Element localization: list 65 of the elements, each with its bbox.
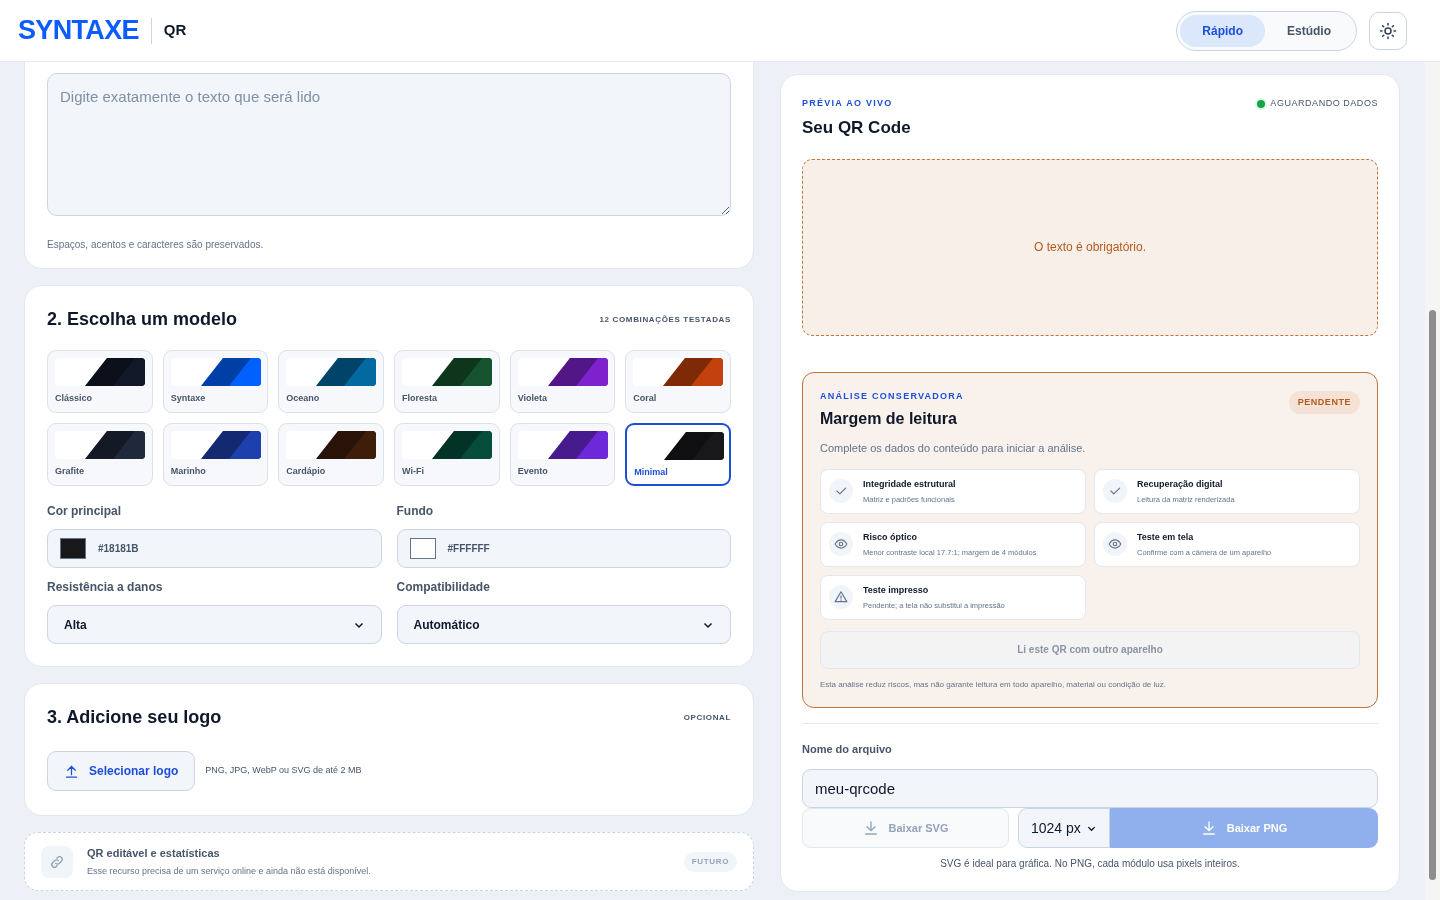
sun-icon <box>1379 21 1397 40</box>
mode-tab[interactable]: Estúdio <box>1265 14 1353 47</box>
eyebrow-label: PRÉVIA AO VIVO <box>802 97 893 110</box>
logo[interactable]: SYNTAXE <box>18 10 139 51</box>
template-option[interactable]: Floresta <box>394 350 500 413</box>
section-title: 3. Adicione seu logo <box>47 706 222 729</box>
download-icon <box>1200 820 1217 837</box>
template-option[interactable]: Evento <box>509 423 616 486</box>
theme-button[interactable] <box>1369 11 1407 50</box>
template-option[interactable]: Minimal <box>625 423 731 486</box>
error-message: O texto é obrigatório. <box>1033 239 1147 257</box>
upload-button[interactable]: Selecionar logo <box>47 751 196 791</box>
color-field[interactable]: #FFFFFF <box>396 529 731 568</box>
export-note: SVG é ideal para gráfica. No PNG, cada módulo usa pixels inteiros. <box>939 857 1241 871</box>
mode-tab[interactable]: Rápido <box>1180 14 1265 47</box>
check-title: Risco óptico <box>863 531 918 545</box>
status-text: AGUARDANDO DADOS <box>1270 97 1378 110</box>
template-option[interactable]: Syntaxe <box>162 350 269 413</box>
panel-intro: Complete os dados do conteúdo para iniciar a análise. <box>820 441 1087 457</box>
field-label: Compatibilidade <box>396 579 491 596</box>
warning-icon <box>834 590 848 605</box>
status-badge: PENDENTE <box>1288 390 1360 415</box>
feature-badge: FUTURO <box>683 851 737 872</box>
color-field[interactable]: #18181B <box>47 529 382 568</box>
section-note: 12 COMBINAÇÕES TESTADAS <box>599 313 731 326</box>
check-title: Recuperação digital <box>1137 478 1224 492</box>
field-label: Resistência a danos <box>47 579 164 596</box>
template-option[interactable]: Clássico <box>47 350 153 413</box>
field-label: Cor principal <box>47 503 122 520</box>
eye-icon <box>834 537 848 552</box>
check-title: Teste impresso <box>863 584 930 598</box>
product-name: QR <box>163 20 187 41</box>
check-title: Teste em tela <box>1137 531 1195 545</box>
template-option[interactable]: Wi-Fi <box>394 423 500 486</box>
template-option[interactable]: Grafite <box>47 423 153 486</box>
download-icon <box>862 820 879 837</box>
text-field[interactable]: Digite exatamente o texto que será lido <box>47 73 731 216</box>
card-title: Seu QR Code <box>802 116 912 139</box>
field-label: Fundo <box>396 503 435 520</box>
upload-icon <box>64 763 79 779</box>
template-option[interactable]: Violeta <box>509 350 616 413</box>
section-note: OPCIONAL <box>683 711 731 724</box>
eye-icon <box>1108 537 1122 552</box>
template-option[interactable]: Marinho <box>162 423 269 486</box>
section-title: 2. Escolha um modelo <box>47 308 238 331</box>
feature-title: QR editável e estatísticas <box>87 846 221 861</box>
panel-note: Esta análise reduz riscos, mas não garante leitura em todo aparelho, material ou condição de luz. <box>820 678 1167 691</box>
template-option[interactable]: Coral <box>625 350 731 413</box>
help-text: Espaços, acentos e caracteres são preservados. <box>47 238 265 252</box>
filename-field[interactable]: meu-qrcode <box>802 769 1378 809</box>
eyebrow-label: ANÁLISE CONSERVADORA <box>820 389 964 403</box>
feature-text: Esse recurso precisa de um serviço online e ainda não está disponível. <box>87 864 372 878</box>
template-option[interactable]: Oceano <box>278 350 384 413</box>
color-swatch[interactable] <box>60 538 86 559</box>
link-icon <box>49 853 65 870</box>
scrollbar[interactable] <box>1425 62 1440 900</box>
field-label: Nome do arquivo <box>802 741 893 757</box>
select-field[interactable]: Alta <box>47 605 382 644</box>
upload-hint: PNG, JPG, WebP ou SVG de até 2 MB <box>205 764 362 778</box>
size-select[interactable]: 1024 px <box>1018 808 1110 848</box>
select-field[interactable]: Automático <box>396 605 731 644</box>
template-option[interactable]: Cardápio <box>278 423 384 486</box>
check-title: Integridade estrutural <box>863 478 956 492</box>
color-swatch[interactable] <box>409 538 436 559</box>
panel-title: Margem de leitura <box>820 409 958 430</box>
